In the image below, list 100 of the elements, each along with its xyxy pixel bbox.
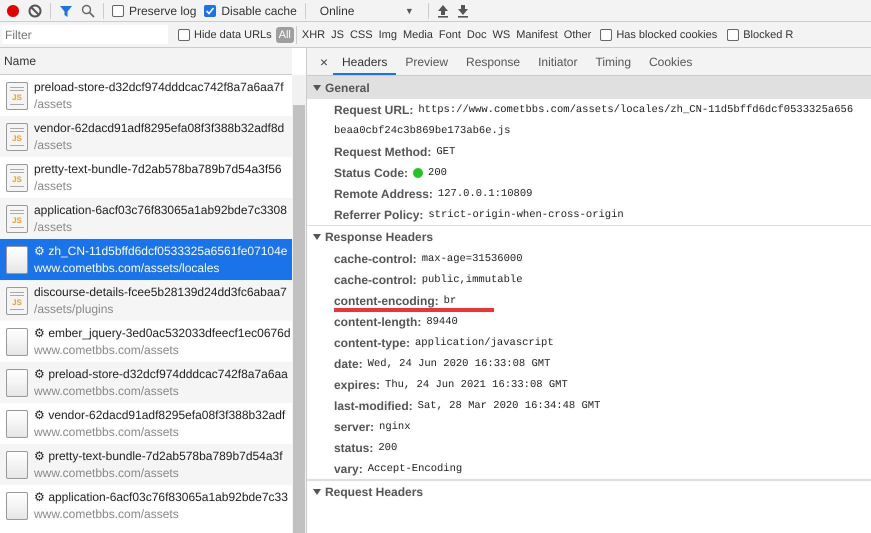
type-filter-button[interactable]: Media	[400, 26, 436, 42]
request-path: www.cometbbs.com/assets	[34, 343, 180, 357]
header-name: date:	[334, 356, 363, 370]
type-filter-button[interactable]: JS	[328, 26, 347, 42]
column-header[interactable]: Name	[0, 48, 292, 75]
header-value: beaa0cbf24c3b869be173ab6e.js	[334, 124, 510, 136]
checkbox[interactable]	[178, 28, 190, 40]
header-name: last-modified:	[334, 398, 413, 412]
tab[interactable]: Timing	[586, 51, 640, 75]
record-icon[interactable]	[6, 4, 20, 18]
request-path: /assets/plugins	[34, 302, 114, 316]
header-name: cache-control:	[334, 272, 417, 286]
header-name: Request URL:	[334, 102, 414, 116]
filter-field[interactable]: Filter	[2, 25, 168, 44]
request-row[interactable]: JS vendor-62dacd91adf8295efa08f3f388b32adf8d /assets	[0, 116, 292, 157]
header-value: 200	[378, 442, 398, 454]
search-icon[interactable]	[81, 4, 95, 18]
checkbox[interactable]	[600, 28, 612, 40]
checkbox[interactable]	[204, 4, 216, 16]
type-filter-button[interactable]: WS	[489, 26, 514, 42]
script-file-icon: JS	[6, 164, 28, 192]
request-name: vendor-62dacd91adf8295efa08f3f388b32adf8d	[34, 121, 284, 135]
checkbox-label: Has blocked cookies	[616, 28, 718, 40]
header-value: br	[444, 294, 456, 306]
close-button[interactable]: ×	[315, 51, 333, 75]
file-icon	[6, 450, 28, 478]
tab[interactable]: Cookies	[640, 51, 702, 75]
header-name: Remote Address:	[334, 186, 433, 200]
request-path: www.cometbbs.com/assets	[34, 384, 180, 398]
request-row[interactable]: ⚙ zh_CN-11d5bffd6dcf0533325a6561fe07104e www.cometbbs.com/assets/locales	[0, 239, 292, 280]
checkbox-label: Hide data URLs	[194, 28, 272, 40]
filter-icon[interactable]	[59, 4, 73, 18]
request-name: discourse-details-fcee5b28139d24dd3fc6abaa7	[34, 285, 287, 299]
script-file-icon: JS	[6, 204, 28, 232]
request-path: /assets	[34, 97, 74, 111]
header-value: 127.0.0.1:10809	[438, 188, 532, 200]
throttle-dropdown[interactable]: Online ▼	[314, 4, 420, 18]
request-path: /assets	[34, 138, 74, 152]
checkbox-label: Blocked R	[743, 28, 794, 40]
file-icon	[6, 246, 28, 274]
type-filter-button[interactable]: CSS	[346, 26, 376, 42]
header-name: status:	[334, 440, 374, 454]
request-name: ⚙ zh_CN-11d5bffd6dcf0533325a6561fe07104e	[34, 244, 288, 258]
checkbox[interactable]	[112, 4, 124, 16]
header-value: GET	[436, 146, 456, 158]
type-filter-button[interactable]: Manifest	[513, 26, 561, 42]
section-header[interactable]: Response Headers	[307, 225, 871, 248]
header-value: Sat, 28 Mar 2020 16:34:48 GMT	[418, 400, 600, 412]
section-header[interactable]: Request Headers	[307, 479, 871, 503]
request-name: ⚙ application-6acf03c76f83065a1ab92bde7c33	[34, 490, 288, 504]
expand-triangle-icon	[313, 488, 321, 496]
type-filter-button[interactable]: Img	[376, 26, 400, 42]
request-path: www.cometbbs.com/assets	[34, 507, 180, 521]
tab[interactable]: Initiator	[529, 51, 586, 75]
script-file-icon: JS	[6, 122, 28, 150]
request-path: www.cometbbs.com/assets	[34, 466, 180, 480]
request-name: ⚙ pretty-text-bundle-7d2ab578ba789b7d54a3f	[34, 449, 283, 463]
header-value: Thu, 24 Jun 2021 16:33:08 GMT	[385, 378, 568, 390]
header-value: strict-origin-when-cross-origin	[428, 208, 624, 220]
request-name: ⚙ ember_jquery-3ed0ac532033dfeecf1ec0676d	[34, 326, 291, 340]
request-name: ⚙ vendor-62dacd91adf8295efa08f3f388b32adf	[34, 408, 286, 422]
request-row[interactable]: JS discourse-details-fcee5b28139d24dd3fc6abaa7 /assets/plugins	[0, 280, 292, 321]
header-value: 200	[428, 166, 447, 178]
header-name: Status Code:	[334, 166, 408, 180]
request-row[interactable]: ⚙ pretty-text-bundle-7d2ab578ba789b7d54a3f www.cometbbs.com/assets	[0, 444, 292, 485]
header-name: content-length:	[334, 314, 422, 328]
expand-triangle-icon	[313, 84, 321, 92]
request-path: www.cometbbs.com/assets/locales	[34, 261, 220, 275]
header-value: https://www.cometbbs.com/assets/locales/zh_CN-11d5bffd6dcf0533325a656	[418, 104, 854, 116]
scrollbar[interactable]	[292, 75, 306, 533]
header-name: server:	[334, 420, 374, 434]
request-row[interactable]: ⚙ preload-store-d32dcf974dddcac742f8a7a6aa www.cometbbs.com/assets	[0, 362, 292, 403]
request-name: application-6acf03c76f83065a1ab92bde7c3308	[34, 203, 287, 217]
type-filter-button[interactable]: Doc	[464, 26, 490, 42]
clear-icon[interactable]	[28, 4, 42, 18]
request-name: pretty-text-bundle-7d2ab578ba789b7d54a3f56	[34, 162, 282, 176]
status-dot-icon	[413, 168, 424, 178]
header-value: Wed, 24 Jun 2020 16:33:08 GMT	[368, 358, 550, 370]
header-name: cache-control:	[334, 252, 417, 266]
section-header[interactable]: General	[307, 76, 871, 99]
tab[interactable]: Response	[457, 51, 530, 75]
checkbox-label: Disable cache	[221, 4, 297, 18]
script-file-icon: JS	[6, 286, 28, 314]
type-filter-button[interactable]: XHR	[298, 26, 328, 42]
header-value: 89440	[426, 316, 458, 328]
header-value: Accept-Encoding	[368, 462, 462, 474]
header-value: max-age=31536000	[422, 252, 523, 264]
file-icon	[6, 368, 28, 396]
checkbox-label: Preserve log	[129, 4, 196, 18]
type-filter-button[interactable]: Other	[560, 26, 594, 42]
upload-icon[interactable]	[436, 4, 449, 18]
tab[interactable]: Preview	[396, 51, 458, 75]
request-row[interactable]: JS application-6acf03c76f83065a1ab92bde7c3308 /assets	[0, 198, 292, 239]
expand-triangle-icon	[313, 233, 321, 241]
download-icon[interactable]	[456, 4, 469, 18]
header-name: Request Method:	[334, 144, 432, 158]
type-filter-button[interactable]: Font	[436, 26, 464, 42]
checkbox[interactable]	[727, 28, 740, 40]
header-name: vary:	[334, 462, 363, 476]
header-value: application/javascript	[415, 336, 554, 348]
